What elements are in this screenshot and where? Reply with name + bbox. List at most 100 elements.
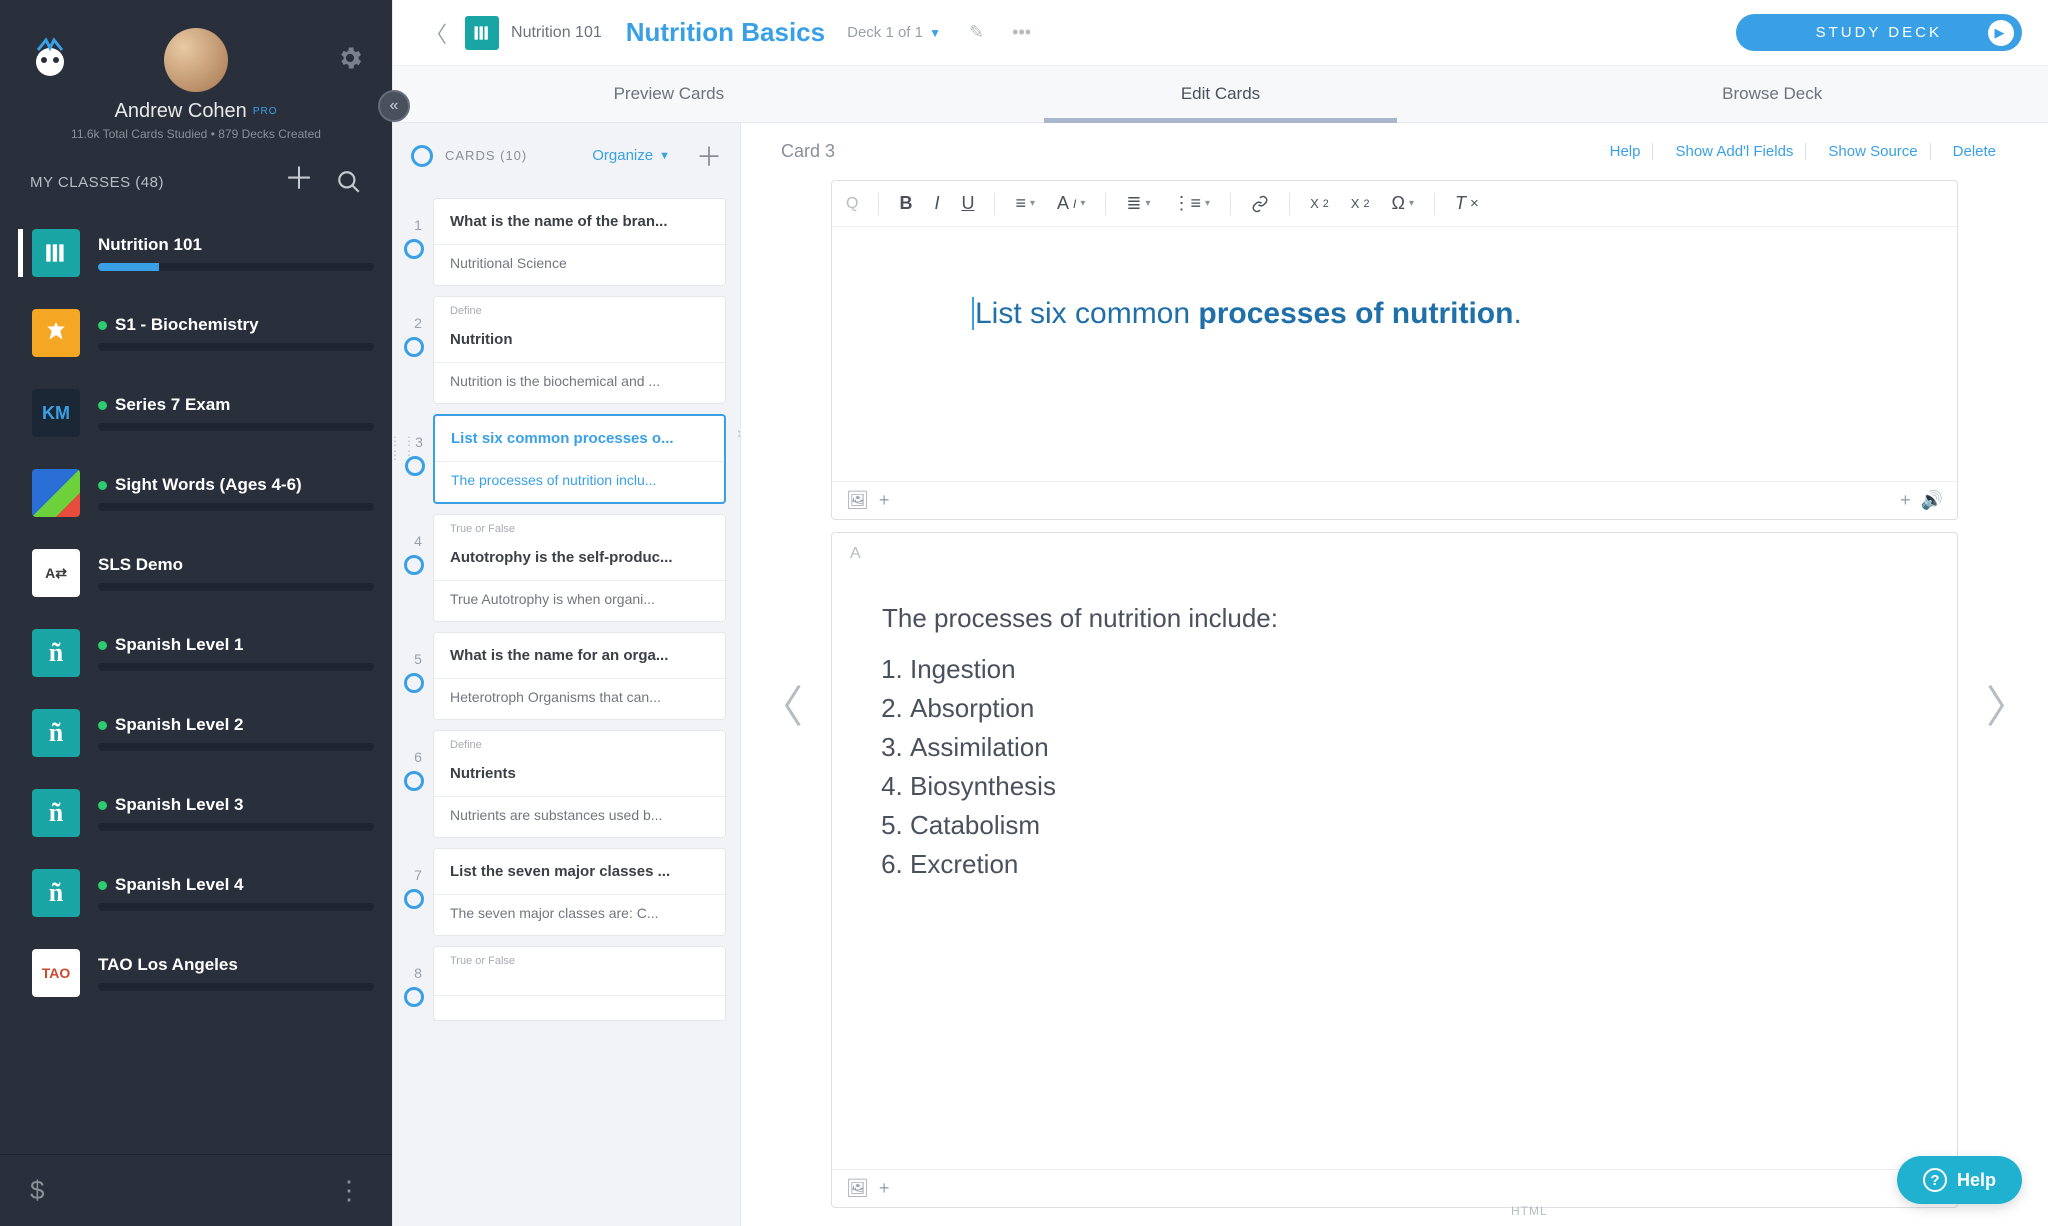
editor-show-source-link[interactable]: Show Source <box>1816 143 1930 160</box>
add-media-button[interactable]: + <box>879 490 890 511</box>
organize-dropdown[interactable]: Organize ▼ <box>592 147 670 164</box>
card-progress-ring-icon <box>405 456 425 476</box>
tab-browse-deck[interactable]: Browse Deck <box>1496 66 2048 122</box>
answer-list-item: Ingestion <box>910 654 1907 685</box>
italic-button[interactable]: I <box>926 189 947 218</box>
card-number: 8 <box>408 965 428 981</box>
next-card-button[interactable]: 〉 <box>1968 180 2048 1226</box>
editor-help-link[interactable]: Help <box>1598 143 1654 160</box>
card-progress-ring-icon <box>404 771 424 791</box>
card-answer-preview <box>434 996 725 1020</box>
class-title: Sight Words (Ages 4-6) <box>98 475 374 495</box>
deck-count-label[interactable]: Deck 1 of 1 ▼ <box>847 24 941 41</box>
deck-more-icon[interactable]: ••• <box>1012 22 1031 43</box>
sidebar: Andrew CohenPRO 11.6k Total Cards Studie… <box>0 0 392 1226</box>
card-row[interactable]: 7List the seven major classes ...The sev… <box>433 848 726 936</box>
clear-format-button[interactable]: T× <box>1447 189 1487 218</box>
add-card-button[interactable]: ＋ <box>696 137 722 174</box>
class-title: Nutrition 101 <box>98 235 374 255</box>
class-item[interactable]: ñSpanish Level 1 <box>0 613 392 693</box>
link-button[interactable] <box>1243 191 1277 217</box>
card-row[interactable]: 8True or False <box>433 946 726 1021</box>
crumb-class-name[interactable]: Nutrition 101 <box>511 24 602 42</box>
card-number: 2 <box>408 315 428 331</box>
card-editor: Card 3 Help Show Add'l Fields Show Sourc… <box>741 123 2048 1226</box>
cards-column: CARDS (10) Organize ▼ ＋ 1What is the nam… <box>393 123 741 1226</box>
bullet-list-button[interactable]: ≣ ▾ <box>1118 189 1158 218</box>
text-style-button[interactable]: AI ▾ <box>1049 189 1093 218</box>
subscript-button[interactable]: X2 <box>1302 192 1337 215</box>
help-fab[interactable]: ? Help <box>1897 1156 2022 1204</box>
card-row[interactable]: 1What is the name of the bran...Nutritio… <box>433 198 726 286</box>
class-item[interactable]: S1 - Biochemistry <box>0 293 392 373</box>
class-item[interactable]: Sight Words (Ages 4-6) <box>0 453 392 533</box>
html-mode-label[interactable]: HTML <box>1511 1204 1548 1218</box>
editor-delete-link[interactable]: Delete <box>1941 143 2008 160</box>
answer-list-item: Absorption <box>910 693 1907 724</box>
user-avatar[interactable] <box>164 28 228 92</box>
card-answer-preview: The processes of nutrition inclu... <box>435 462 724 502</box>
class-title: TAO Los Angeles <box>98 955 374 975</box>
answer-list-item: Biosynthesis <box>910 771 1907 802</box>
answer-input[interactable]: The processes of nutrition include: Inge… <box>832 563 1957 1169</box>
card-row[interactable]: 4True or FalseAutotrophy is the self-pro… <box>433 514 726 622</box>
class-progress <box>98 583 374 591</box>
question-input[interactable]: List six common processes of nutrition. <box>832 227 1957 481</box>
status-dot-icon <box>98 881 107 890</box>
card-question-preview: Autotrophy is the self-produc... <box>434 535 725 581</box>
card-row[interactable]: ⋮⋮⋮⋮3×List six common processes o...The … <box>433 414 726 504</box>
class-item[interactable]: A⇄SLS Demo <box>0 533 392 613</box>
superscript-button[interactable]: X2 <box>1343 192 1378 215</box>
close-icon[interactable]: × <box>737 426 740 444</box>
number-list-button[interactable]: ⋮≡ ▾ <box>1165 189 1219 218</box>
card-row[interactable]: 5What is the name for an orga...Heterotr… <box>433 632 726 720</box>
symbol-button[interactable]: Ω ▾ <box>1383 189 1422 218</box>
class-progress <box>98 983 374 991</box>
prev-card-button[interactable]: 〈 <box>741 180 821 1226</box>
class-icon: ñ <box>32 629 80 677</box>
tab-preview-cards[interactable]: Preview Cards <box>393 66 945 122</box>
align-button[interactable]: ≡ ▾ <box>1007 189 1043 218</box>
card-row[interactable]: 6DefineNutrientsNutrients are substances… <box>433 730 726 838</box>
cards-count-label: CARDS (10) <box>445 148 527 163</box>
card-question-preview <box>434 967 725 996</box>
bold-button[interactable]: B <box>891 189 920 218</box>
add-media-right-button[interactable]: + <box>1900 490 1911 511</box>
q-label: Q <box>846 195 866 213</box>
add-media-button[interactable]: + <box>879 1178 890 1199</box>
pricing-icon[interactable]: $ <box>30 1175 44 1206</box>
add-image-icon[interactable]: 🖼 <box>846 490 869 511</box>
study-deck-button[interactable]: STUDY DECK ▶ <box>1736 14 2022 51</box>
a-label: A <box>832 533 1957 563</box>
class-item[interactable]: ñSpanish Level 4 <box>0 853 392 933</box>
class-item[interactable]: ñSpanish Level 2 <box>0 693 392 773</box>
class-item[interactable]: ñSpanish Level 3 <box>0 773 392 853</box>
underline-button[interactable]: U <box>953 189 982 218</box>
edit-deck-icon[interactable]: ✎ <box>969 22 984 43</box>
app-logo[interactable] <box>28 36 72 80</box>
status-dot-icon <box>98 481 107 490</box>
add-class-button[interactable]: ＋ <box>284 169 310 195</box>
progress-ring-icon <box>411 145 433 167</box>
class-progress <box>98 903 374 911</box>
search-classes-button[interactable] <box>336 169 362 195</box>
tab-edit-cards[interactable]: Edit Cards <box>945 66 1497 122</box>
back-button[interactable]: 〈 <box>419 15 453 51</box>
class-item[interactable]: KMSeries 7 Exam <box>0 373 392 453</box>
editor-links: Help Show Add'l Fields Show Source Delet… <box>1598 143 2008 160</box>
sidebar-more-icon[interactable]: ⋮ <box>336 1175 362 1206</box>
add-audio-icon[interactable]: 🔊 <box>1921 490 1943 511</box>
card-list[interactable]: 1What is the name of the bran...Nutritio… <box>393 188 740 1045</box>
class-item[interactable]: TAOTAO Los Angeles <box>0 933 392 1013</box>
class-item[interactable]: Nutrition 101 <box>0 213 392 293</box>
card-answer-preview: Heterotroph Organisms that can... <box>434 679 725 719</box>
card-answer-preview: Nutritional Science <box>434 245 725 285</box>
settings-gear-icon[interactable] <box>336 44 364 72</box>
card-question-preview: List the seven major classes ... <box>434 849 725 895</box>
class-title: Spanish Level 4 <box>98 875 374 895</box>
editor-show-fields-link[interactable]: Show Add'l Fields <box>1663 143 1806 160</box>
card-row[interactable]: 2DefineNutritionNutrition is the biochem… <box>433 296 726 404</box>
card-number: 5 <box>408 651 428 667</box>
add-image-icon[interactable]: 🖼 <box>846 1178 869 1199</box>
card-answer-preview: The seven major classes are: C... <box>434 895 725 935</box>
